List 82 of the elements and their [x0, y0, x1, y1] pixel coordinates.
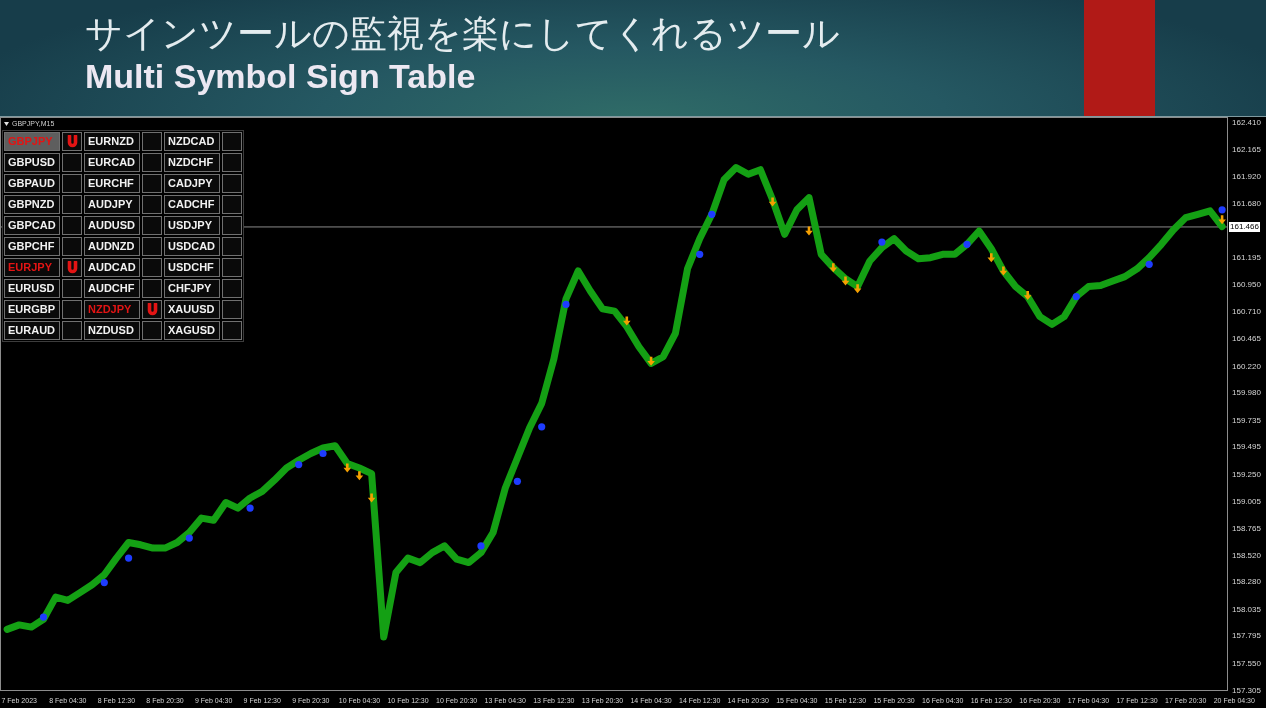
- symbol-button[interactable]: EURAUD: [4, 321, 60, 340]
- symbol-button[interactable]: EURNZD: [84, 132, 140, 151]
- dot-icon: [125, 554, 133, 562]
- symbol-button[interactable]: GBPNZD: [4, 195, 60, 214]
- price-axis-label: 158.280: [1232, 577, 1261, 586]
- caret-icon: [4, 122, 9, 126]
- symbol-button[interactable]: AUDCHF: [84, 279, 140, 298]
- symbol-button[interactable]: GBPCHF: [4, 237, 60, 256]
- dot-icon: [39, 613, 48, 621]
- symbol-button[interactable]: NZDCHF: [164, 153, 220, 172]
- symbol-button[interactable]: USDCAD: [164, 237, 220, 256]
- dot-icon: [878, 238, 886, 246]
- price-axis-label: 159.495: [1232, 441, 1261, 451]
- symbol-button[interactable]: EURCHF: [84, 174, 140, 193]
- page-title: サインツールの監視を楽にしてくれるツール: [85, 12, 841, 56]
- symbol-button[interactable]: NZDCAD: [164, 132, 220, 151]
- price-axis-label: 160.710: [1232, 306, 1261, 316]
- price-axis-label: 159.735: [1232, 415, 1261, 425]
- price-axis-label: 161.680: [1232, 198, 1261, 208]
- down-arrow-icon: [1023, 291, 1032, 300]
- dot-icon: [477, 542, 485, 550]
- symbol-button[interactable]: USDJPY: [164, 216, 220, 235]
- symbol-button[interactable]: CADJPY: [164, 174, 220, 193]
- down-arrow-icon: [647, 356, 655, 366]
- price-axis-label: 158.035: [1232, 604, 1261, 614]
- price-axis-label: 161.195: [1232, 252, 1261, 262]
- symbol-button[interactable]: EURCAD: [84, 153, 140, 172]
- symbol-button[interactable]: EURUSD: [4, 279, 60, 298]
- symbol-button[interactable]: CADCHF: [164, 195, 220, 214]
- dot-icon: [538, 423, 546, 431]
- dot-icon: [1072, 293, 1080, 301]
- dot-icon: [185, 534, 193, 542]
- dot-icon: [513, 477, 521, 485]
- price-axis-label: 158.765: [1232, 523, 1261, 532]
- symbol-button[interactable]: NZDJPY: [84, 300, 140, 319]
- symbol-button[interactable]: GBPUSD: [4, 153, 60, 172]
- horseshoe-icon: [66, 261, 78, 274]
- symbol-button[interactable]: GBPCAD: [4, 216, 60, 235]
- symbol-button[interactable]: EURJPY: [4, 258, 60, 277]
- price-axis-label: 160.220: [1232, 361, 1261, 371]
- symbol-button[interactable]: AUDUSD: [84, 216, 140, 235]
- price-axis-label: 161.920: [1232, 171, 1261, 181]
- symbol-button[interactable]: NZDUSD: [84, 321, 140, 340]
- down-arrow-icon: [1218, 215, 1226, 225]
- symbol-button[interactable]: CHFJPY: [164, 279, 220, 298]
- price-axis-label: 157.795: [1232, 630, 1261, 640]
- dot-icon: [708, 210, 716, 218]
- symbol-button[interactable]: AUDJPY: [84, 195, 140, 214]
- dot-icon: [246, 504, 254, 512]
- symbol-button[interactable]: XAUUSD: [164, 300, 220, 319]
- symbol-button[interactable]: GBPAUD: [4, 174, 60, 193]
- price-axis-label: 162.165: [1232, 144, 1261, 154]
- dot-icon: [562, 300, 570, 308]
- dot-icon: [1145, 260, 1153, 268]
- symbol-button[interactable]: EURGBP: [4, 300, 60, 319]
- symbol-button[interactable]: AUDNZD: [84, 237, 140, 256]
- dot-icon: [1218, 206, 1226, 214]
- symbol-button[interactable]: USDCHF: [164, 258, 220, 277]
- dot-icon: [319, 449, 327, 458]
- symbol-button[interactable]: XAGUSD: [164, 321, 220, 340]
- horseshoe-icon: [146, 303, 158, 316]
- price-axis-label: 160.950: [1232, 279, 1261, 289]
- down-arrow-icon: [367, 493, 376, 503]
- dot-icon: [100, 579, 108, 587]
- price-axis-label: 160.465: [1232, 333, 1261, 343]
- down-arrow-icon: [768, 197, 777, 207]
- price-axis-label: 159.005: [1232, 496, 1261, 506]
- price-axis-label: 157.305: [1232, 685, 1261, 695]
- horseshoe-icon: [66, 135, 78, 148]
- price-axis-label: 162.410: [1232, 117, 1261, 127]
- price-axis-label: 159.250: [1232, 469, 1261, 479]
- dot-icon: [295, 461, 303, 469]
- current-price-label: 161.466: [1229, 221, 1260, 232]
- dot-icon: [696, 250, 704, 258]
- dot-icon: [963, 240, 971, 248]
- price-axis-label: 157.550: [1232, 658, 1261, 668]
- page-subtitle: Multi Symbol Sign Table: [85, 56, 477, 96]
- price-axis-label: 159.980: [1232, 387, 1261, 397]
- symbol-button[interactable]: AUDCAD: [84, 258, 140, 277]
- down-arrow-icon: [623, 316, 631, 326]
- price-axis-label: 158.520: [1232, 550, 1261, 560]
- down-arrow-icon: [805, 226, 813, 236]
